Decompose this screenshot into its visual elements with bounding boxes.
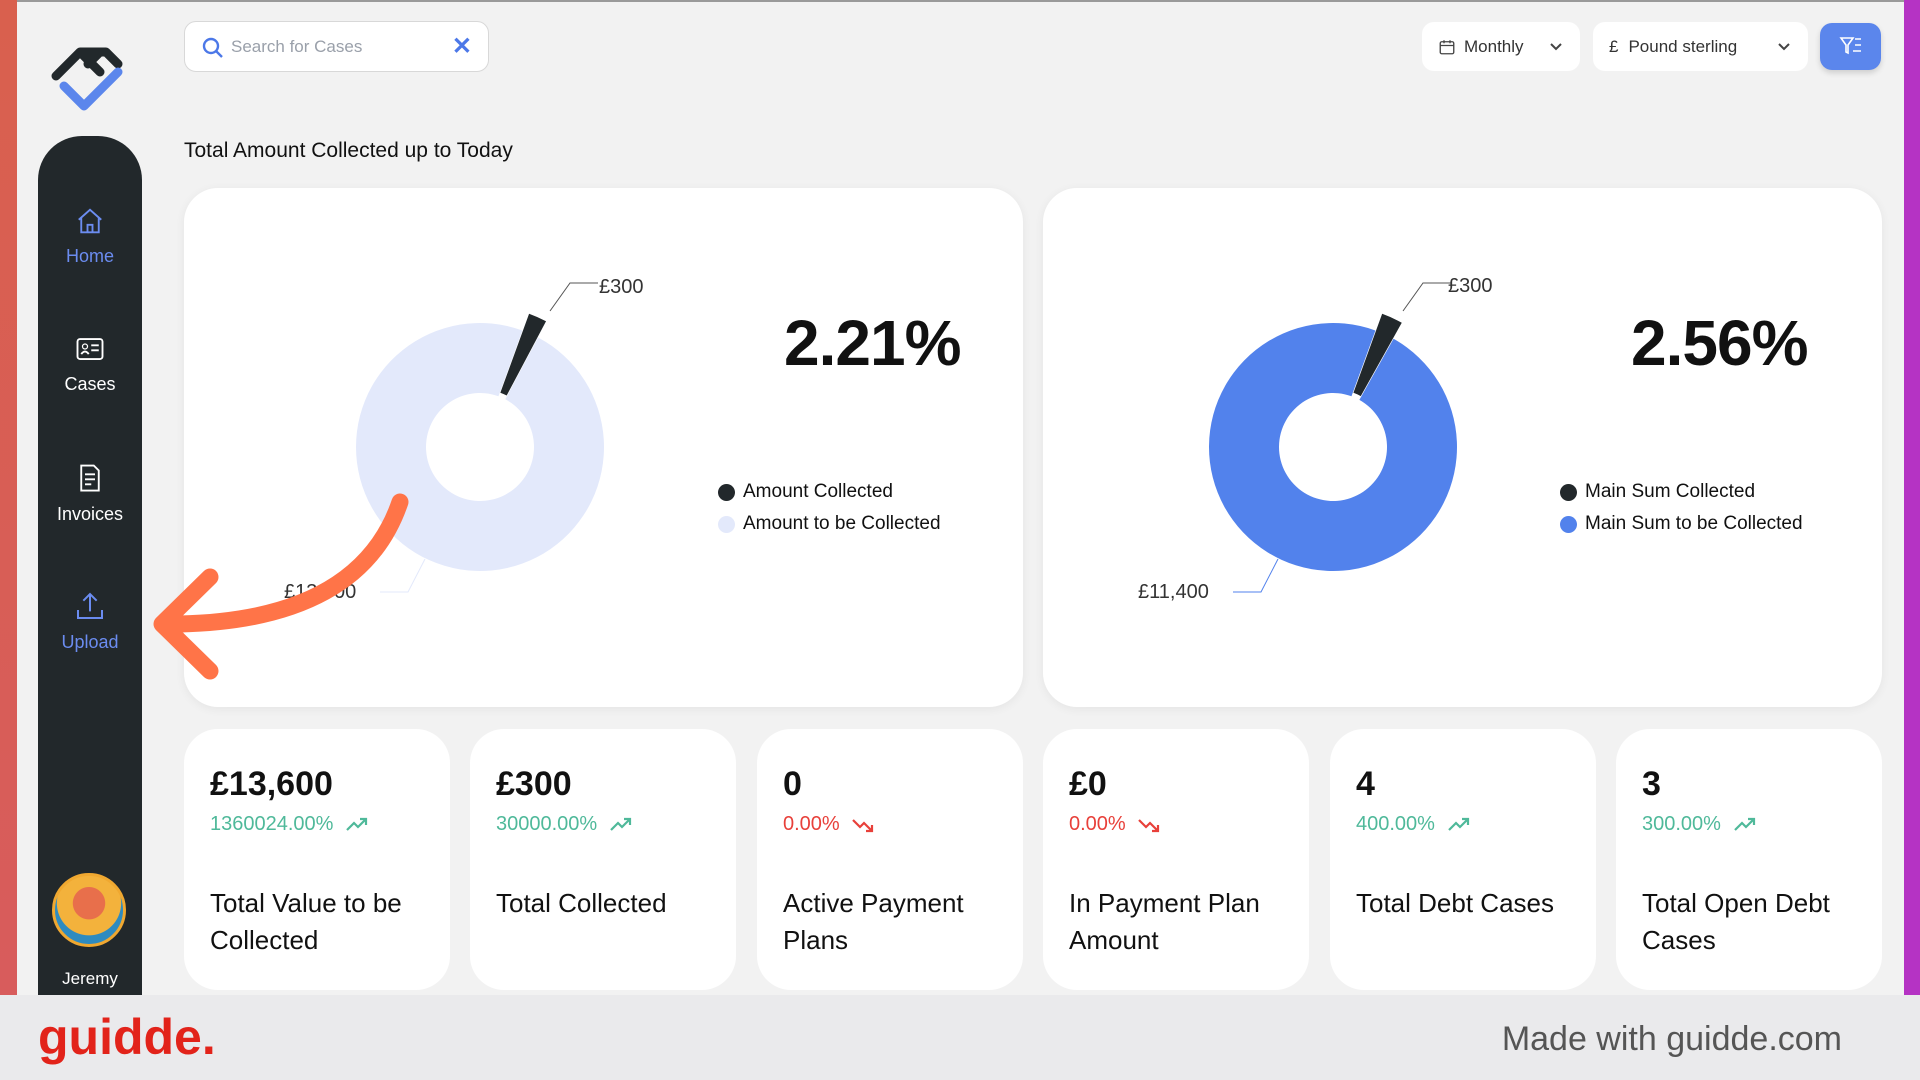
trend-up-icon xyxy=(346,817,368,831)
avatar[interactable] xyxy=(52,873,126,947)
id-card-icon xyxy=(76,338,104,360)
frame-right xyxy=(1904,0,1920,995)
slice-label: £300 xyxy=(1448,275,1493,297)
sidebar-item-label: Home xyxy=(65,246,114,266)
sidebar-item-home[interactable]: Home xyxy=(38,206,142,267)
stat-label: Total Value to be Collected xyxy=(210,888,402,955)
stat-change: 0.00% xyxy=(783,813,875,836)
stat-card: £300 30000.00% Total Collected xyxy=(470,729,736,990)
stat-card: 3 300.00% Total Open Debt Cases xyxy=(1616,729,1882,990)
search-icon xyxy=(202,37,223,58)
legend-item: Main Sum Collected xyxy=(1560,476,1803,508)
upload-icon xyxy=(77,592,103,619)
frame-left xyxy=(0,0,17,995)
search-input[interactable]: Search for Cases ✕ xyxy=(184,21,489,72)
legend-item: Amount Collected xyxy=(718,476,941,508)
stat-change: 30000.00% xyxy=(496,813,633,836)
home-icon xyxy=(78,208,102,234)
period-dropdown[interactable]: Monthly xyxy=(1422,22,1580,71)
calendar-icon xyxy=(1439,39,1455,54)
stat-label: In Payment Plan Amount xyxy=(1069,888,1260,955)
stat-value: 0 xyxy=(783,765,802,803)
stat-value: £13,600 xyxy=(210,765,333,803)
donut-chart-amount xyxy=(356,282,605,593)
sidebar-item-invoices[interactable]: Invoices xyxy=(38,462,142,525)
stat-change-text: 1360024.00% xyxy=(210,813,334,835)
stat-card: 0 0.00% Active Payment Plans xyxy=(757,729,1023,990)
chart-legend: Main Sum Collected Main Sum to be Collec… xyxy=(1560,476,1803,540)
search-placeholder: Search for Cases xyxy=(231,37,363,56)
sidebar-item-cases[interactable]: Cases xyxy=(38,334,142,395)
stat-change-text: 400.00% xyxy=(1356,813,1435,835)
legend-label: Amount to be Collected xyxy=(743,513,941,534)
filter-button[interactable] xyxy=(1820,23,1881,70)
stat-change: 0.00% xyxy=(1069,813,1161,836)
legend-label: Main Sum to be Collected xyxy=(1585,513,1803,534)
legend-item: Main Sum to be Collected xyxy=(1560,508,1803,540)
app-logo xyxy=(51,47,123,111)
currency-value: Pound sterling xyxy=(1628,36,1738,56)
leader-line xyxy=(1233,558,1279,593)
stat-change-text: 0.00% xyxy=(1069,813,1126,835)
stat-value: 3 xyxy=(1642,765,1661,803)
trend-up-icon xyxy=(609,817,631,831)
leader-line xyxy=(549,282,598,312)
leader-line xyxy=(1402,282,1451,312)
legend-item: Amount to be Collected xyxy=(718,508,941,540)
percent-collected: 2.21% xyxy=(784,307,961,379)
percent-main-sum: 2.56% xyxy=(1631,307,1808,379)
stat-card: £13,600 1360024.00% Total Value to be Co… xyxy=(184,729,450,990)
slice-label: £13,300 xyxy=(284,581,357,603)
donut-slice[interactable] xyxy=(356,323,605,572)
stat-card: £0 0.00% In Payment Plan Amount xyxy=(1043,729,1309,990)
sidebar-item-label: Invoices xyxy=(56,504,124,524)
chart-legend: Amount Collected Amount to be Collected xyxy=(718,476,941,540)
stat-label: Total Open Debt Cases xyxy=(1642,888,1830,955)
stat-change-text: 300.00% xyxy=(1642,813,1721,835)
sidebar-item-label: Cases xyxy=(64,374,116,394)
trend-up-icon xyxy=(1447,817,1469,831)
trend-down-icon xyxy=(1138,818,1160,832)
section-title: Total Amount Collected up to Today xyxy=(184,139,513,162)
stat-card: 4 400.00% Total Debt Cases xyxy=(1330,729,1596,990)
stat-change-text: 0.00% xyxy=(783,813,840,835)
sidebar: Home Cases Invoices Upload Jeremy xyxy=(38,136,142,995)
top-border xyxy=(17,0,1904,2)
sidebar-item-upload[interactable]: Upload xyxy=(38,590,142,653)
chevron-down-icon xyxy=(1550,42,1562,50)
donut-chart-main-sum xyxy=(1209,282,1457,593)
stat-change: 400.00% xyxy=(1356,813,1471,836)
period-value: Monthly xyxy=(1464,36,1524,56)
stat-change: 300.00% xyxy=(1642,813,1757,836)
stat-label: Active Payment Plans xyxy=(783,888,964,955)
slice-label: £11,400 xyxy=(1138,581,1209,603)
stat-label: Total Collected xyxy=(496,888,667,918)
currency-dropdown[interactable]: £ Pound sterling xyxy=(1593,22,1808,71)
trend-down-icon xyxy=(852,818,874,832)
trend-up-icon xyxy=(1733,817,1755,831)
stat-value: £300 xyxy=(496,765,572,803)
guidde-logo: guidde. xyxy=(38,1009,216,1065)
filter-icon xyxy=(1839,37,1861,55)
stat-change: 1360024.00% xyxy=(210,813,369,836)
stat-change-text: 30000.00% xyxy=(496,813,598,835)
chart-card-amount: 2.21% Amount Collected Amount to be Coll… xyxy=(184,188,1023,707)
legend-label: Main Sum Collected xyxy=(1585,481,1756,502)
clear-search-icon[interactable]: ✕ xyxy=(452,32,472,61)
slice-label: £300 xyxy=(599,276,644,298)
currency-symbol: £ xyxy=(1609,36,1619,56)
donut-slice[interactable] xyxy=(1209,323,1457,572)
sidebar-item-label: Upload xyxy=(61,632,119,652)
stat-label: Total Debt Cases xyxy=(1356,888,1554,918)
user-name: Jeremy xyxy=(62,969,118,988)
stat-value: £0 xyxy=(1069,765,1107,803)
made-with-text: Made with guidde.com xyxy=(1501,1020,1842,1058)
legend-label: Amount Collected xyxy=(743,481,893,502)
document-icon xyxy=(80,464,100,492)
chart-card-main-sum: 2.56% Main Sum Collected Main Sum to be … xyxy=(1043,188,1882,707)
stat-value: 4 xyxy=(1356,765,1375,803)
leader-line xyxy=(380,558,426,593)
chevron-down-icon xyxy=(1778,42,1790,50)
